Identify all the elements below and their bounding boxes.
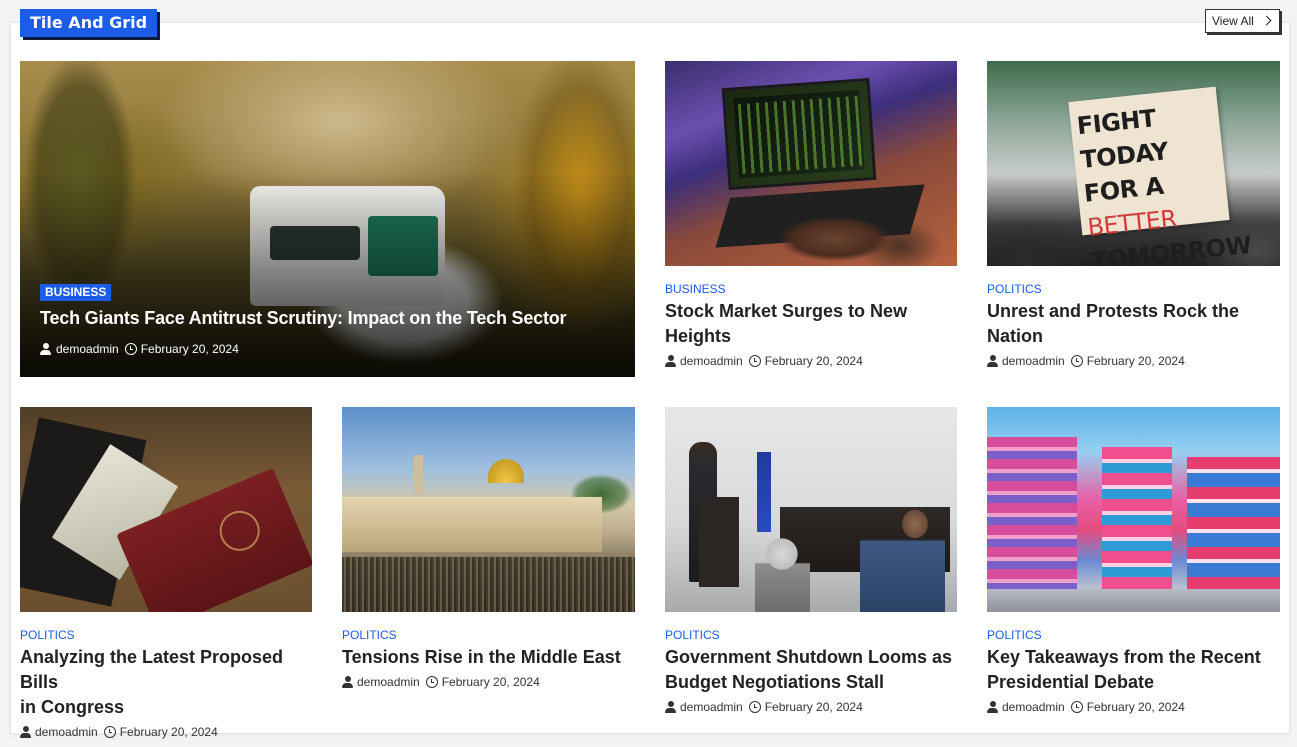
user-icon (342, 676, 353, 688)
user-icon (665, 355, 676, 367)
post-title-line[interactable]: Nation (987, 324, 1280, 349)
post-category[interactable]: POLITICS (987, 282, 1280, 296)
user-icon (40, 343, 51, 355)
user-icon (20, 726, 31, 738)
featured-image-overlay (20, 61, 635, 377)
clock-icon (748, 701, 761, 713)
image-stone-wall (342, 497, 602, 552)
post-image-laptop[interactable] (665, 61, 957, 266)
post-card: POLITICS Key Takeaways from the Recent P… (987, 407, 1280, 714)
post-category[interactable]: BUSINESS (665, 282, 957, 296)
post-date[interactable]: February 20, 2024 (765, 700, 863, 714)
image-crowd (342, 557, 635, 612)
image-flag (757, 452, 771, 532)
post-title-line[interactable]: Heights (665, 324, 957, 349)
post-meta: demoadmin February 20, 2024 (987, 700, 1280, 714)
post-card: POLITICS Analyzing the Latest Proposed B… (20, 407, 312, 739)
post-author[interactable]: demoadmin (1002, 354, 1065, 368)
post-title-line[interactable]: in Congress (20, 695, 312, 720)
post-meta: demoadmin February 20, 2024 (342, 675, 635, 689)
section-title: Tile And Grid (20, 9, 158, 37)
user-icon (987, 701, 998, 713)
image-building (1102, 447, 1172, 607)
post-date[interactable]: February 20, 2024 (1087, 354, 1185, 368)
featured-date[interactable]: February 20, 2024 (141, 342, 239, 356)
image-laptop-screen (721, 77, 877, 191)
post-author[interactable]: demoadmin (680, 700, 743, 714)
post-category[interactable]: POLITICS (20, 628, 312, 642)
post-title-line[interactable]: Unrest and Protests Rock the (987, 299, 1280, 324)
post-image-passport[interactable] (20, 407, 312, 612)
clock-icon (124, 343, 137, 355)
post-image-jerusalem[interactable] (342, 407, 635, 612)
post-meta: demoadmin February 20, 2024 (665, 700, 957, 714)
image-audience-member (755, 532, 810, 612)
view-all-button[interactable]: View All (1205, 9, 1280, 33)
featured-author[interactable]: demoadmin (56, 342, 119, 356)
image-street (987, 589, 1280, 612)
post-card: POLITICS Government Shutdown Looms as Bu… (665, 407, 957, 714)
post-card: POLITICS Tensions Rise in the Middle Eas… (342, 407, 635, 689)
user-icon (987, 355, 998, 367)
post-category[interactable]: POLITICS (665, 628, 957, 642)
post-image-protest[interactable]: FIGHT TODAY FOR A BETTER TOMORROW (987, 61, 1280, 266)
image-hands (770, 211, 900, 266)
post-date[interactable]: February 20, 2024 (765, 354, 863, 368)
featured-title[interactable]: Tech Giants Face Antitrust Scrutiny: Imp… (40, 308, 567, 329)
clock-icon (103, 726, 116, 738)
image-building (1187, 457, 1280, 607)
view-all-label: View All (1212, 14, 1254, 28)
image-building (987, 437, 1077, 607)
post-meta: demoadmin February 20, 2024 (665, 354, 957, 368)
post-title-line[interactable]: Presidential Debate (987, 670, 1280, 695)
post-meta: demoadmin February 20, 2024 (20, 725, 312, 739)
post-category[interactable]: POLITICS (342, 628, 635, 642)
image-golden-dome (488, 459, 524, 483)
chevron-right-icon (1261, 15, 1272, 26)
post-category[interactable]: POLITICS (987, 628, 1280, 642)
image-tower (414, 455, 423, 495)
user-icon (665, 701, 676, 713)
post-author[interactable]: demoadmin (35, 725, 98, 739)
post-card: BUSINESS Stock Market Surges to New Heig… (665, 61, 957, 368)
post-title-line[interactable]: Stock Market Surges to New (665, 299, 957, 324)
post-date[interactable]: February 20, 2024 (120, 725, 218, 739)
featured-meta: demoadmin February 20, 2024 (40, 342, 239, 356)
post-date[interactable]: February 20, 2024 (1087, 700, 1185, 714)
image-audience-member (860, 502, 945, 612)
post-title-line[interactable]: Tensions Rise in the Middle East (342, 645, 635, 670)
post-title-line[interactable]: Analyzing the Latest Proposed Bills (20, 645, 312, 695)
post-author[interactable]: demoadmin (680, 354, 743, 368)
featured-post[interactable]: BUSINESS Tech Giants Face Antitrust Scru… (20, 61, 635, 377)
clock-icon (748, 355, 761, 367)
post-title-line[interactable]: Budget Negotiations Stall (665, 670, 957, 695)
clock-icon (1070, 355, 1083, 367)
post-image-city[interactable] (987, 407, 1280, 612)
post-meta: demoadmin February 20, 2024 (987, 354, 1280, 368)
image-podium (699, 497, 739, 587)
post-title-line[interactable]: Key Takeaways from the Recent (987, 645, 1280, 670)
featured-category-badge[interactable]: BUSINESS (40, 284, 112, 301)
clock-icon (425, 676, 438, 688)
post-title-line[interactable]: Government Shutdown Looms as (665, 645, 957, 670)
image-protest-sign: FIGHT TODAY FOR A BETTER TOMORROW (1068, 86, 1253, 266)
clock-icon (1070, 701, 1083, 713)
post-image-conference[interactable] (665, 407, 957, 612)
post-date[interactable]: February 20, 2024 (442, 675, 540, 689)
post-author[interactable]: demoadmin (357, 675, 420, 689)
post-author[interactable]: demoadmin (1002, 700, 1065, 714)
post-card: FIGHT TODAY FOR A BETTER TOMORROW POLITI… (987, 61, 1280, 368)
